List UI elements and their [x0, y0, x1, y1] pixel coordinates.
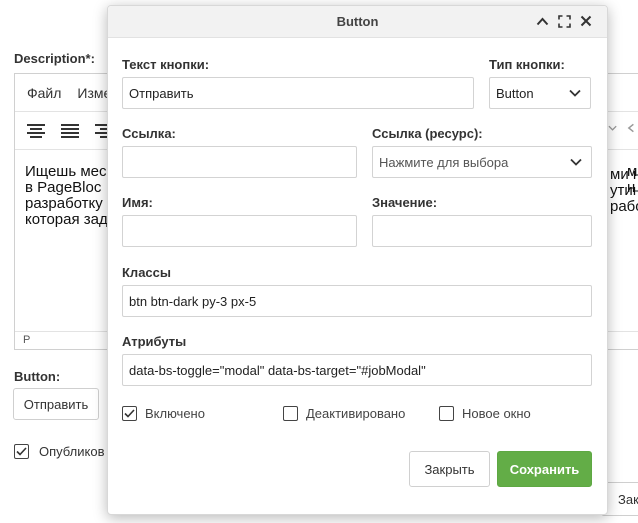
chevron-up-icon[interactable]: [535, 13, 549, 29]
attributes-label: Атрибуты: [122, 334, 187, 349]
check-icon: [16, 447, 27, 456]
dialog-header: Button: [108, 6, 607, 38]
name-input[interactable]: [122, 215, 357, 247]
align-justify-icon[interactable]: [61, 123, 79, 138]
enabled-checkbox-group[interactable]: Включено: [122, 406, 205, 421]
link-resource-select[interactable]: Нажмите для выбора: [372, 146, 592, 178]
new-window-label: Новое окно: [462, 406, 531, 421]
attributes-input[interactable]: data-bs-toggle="modal" data-bs-target="#…: [122, 354, 592, 386]
button-type-value: Button: [496, 85, 534, 101]
disabled-checkbox-group[interactable]: Деактивировано: [283, 406, 405, 421]
link-label: Ссылка:: [122, 126, 176, 141]
disabled-checkbox[interactable]: [283, 406, 298, 421]
value-input[interactable]: [372, 215, 592, 247]
save-button[interactable]: Сохранить: [497, 451, 592, 487]
classes-label: Классы: [122, 265, 171, 280]
name-label: Имя:: [122, 195, 153, 210]
expand-icon[interactable]: [557, 13, 571, 29]
published-label: Опубликов: [39, 444, 105, 459]
preview-button[interactable]: Отправить: [13, 388, 99, 420]
button-label: Button:: [14, 369, 61, 384]
new-window-checkbox-group[interactable]: Новое окно: [439, 406, 531, 421]
chevron-down-icon: [569, 89, 581, 97]
dialog-title: Button: [336, 14, 379, 29]
link-input[interactable]: [122, 146, 357, 178]
published-checkbox[interactable]: [14, 444, 29, 459]
status-path: P: [23, 334, 31, 346]
button-dialog: Button Текст кнопки: Отправить Тип кнопк…: [107, 5, 608, 515]
new-window-checkbox[interactable]: [439, 406, 454, 421]
menu-file[interactable]: Файл: [27, 85, 61, 101]
content-line: ми н: [610, 166, 638, 183]
chevron-down-icon[interactable]: [608, 124, 617, 132]
value-label: Значение:: [372, 195, 438, 210]
disabled-label: Деактивировано: [306, 406, 406, 421]
align-center-icon[interactable]: [27, 123, 45, 138]
check-icon: [124, 409, 135, 418]
button-text-input[interactable]: Отправить: [122, 77, 474, 109]
button-type-label: Тип кнопки:: [489, 57, 565, 72]
link-resource-placeholder: Нажмите для выбора: [379, 154, 509, 170]
enabled-label: Включено: [145, 406, 205, 421]
link-resource-label: Ссылка (ресурс):: [372, 126, 483, 141]
content-right-fragments: ми н утину работ: [610, 167, 638, 215]
undo-icon[interactable]: [627, 122, 638, 134]
classes-input[interactable]: btn btn-dark py-3 px-5: [122, 285, 592, 317]
button-type-select[interactable]: Button: [489, 77, 591, 109]
chevron-down-icon: [570, 158, 582, 166]
content-line: работ: [610, 198, 638, 215]
button-text-label: Текст кнопки:: [122, 57, 210, 72]
enabled-checkbox[interactable]: [122, 406, 137, 421]
description-label: Description*:: [14, 51, 95, 66]
close-button[interactable]: Закрыть: [409, 451, 490, 487]
close-icon[interactable]: [579, 13, 593, 29]
toolbar-fragment: [608, 122, 638, 134]
content-line: утину: [610, 182, 638, 199]
